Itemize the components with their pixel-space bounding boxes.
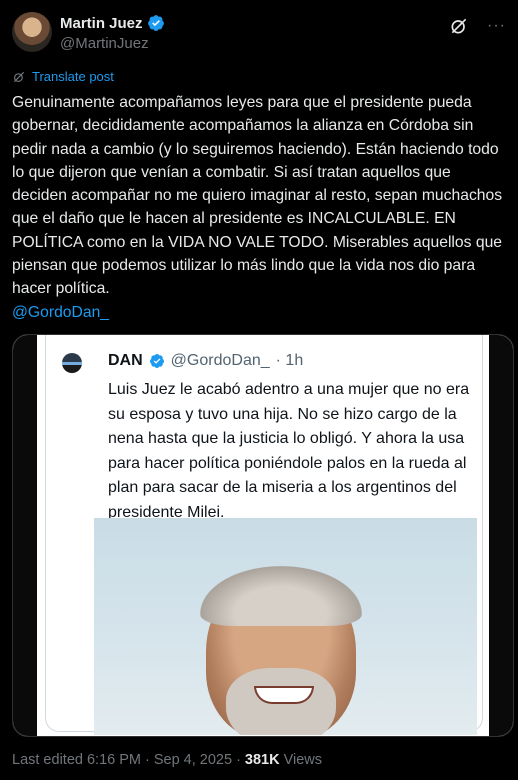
post-header: Martin Juez @MartinJuez ···	[12, 12, 506, 56]
quoted-name: DAN	[108, 352, 143, 369]
verified-badge-icon	[147, 15, 164, 31]
media-margin-right	[489, 335, 513, 736]
author-name[interactable]: Martin Juez	[60, 15, 143, 32]
quoted-handle: @GordoDan_	[170, 352, 270, 369]
quoted-verified-icon	[149, 354, 164, 368]
views-label: Views	[283, 752, 323, 768]
author-block: Martin Juez @MartinJuez	[60, 14, 165, 52]
photo-hair	[200, 566, 362, 626]
translate-post-link[interactable]: Translate post	[12, 69, 114, 84]
quoted-text: Luis Juez le acabó adentro a una mujer q…	[108, 381, 470, 521]
media-margin-left	[13, 335, 37, 736]
quoted-header: DAN @GordoDan_ · 1h	[108, 352, 303, 370]
views-count: 381K	[244, 752, 280, 768]
quoted-time: · 1h	[275, 352, 304, 369]
quoted-photo	[94, 518, 477, 735]
quoted-avatar	[62, 353, 82, 373]
mention-link[interactable]: @GordoDan_	[12, 304, 109, 321]
edited-timestamp[interactable]: Last edited 6:16 PM · Sep 4, 2025 ·	[12, 752, 241, 768]
author-handle[interactable]: @MartinJuez	[60, 35, 165, 52]
header-actions: ···	[449, 16, 506, 36]
author-name-row[interactable]: Martin Juez	[60, 14, 165, 32]
post-footer: Last edited 6:16 PM · Sep 4, 2025 · 381K…	[12, 752, 322, 768]
translate-label: Translate post	[32, 69, 114, 84]
post-text: Genuinamente acompañamos leyes para que …	[12, 91, 504, 324]
grok-icon[interactable]	[449, 16, 469, 36]
avatar[interactable]	[12, 12, 52, 52]
photo-smile	[254, 686, 314, 704]
post-body: Genuinamente acompañamos leyes para que …	[12, 94, 507, 298]
more-options-icon[interactable]: ···	[487, 17, 506, 35]
translate-icon	[13, 71, 25, 82]
